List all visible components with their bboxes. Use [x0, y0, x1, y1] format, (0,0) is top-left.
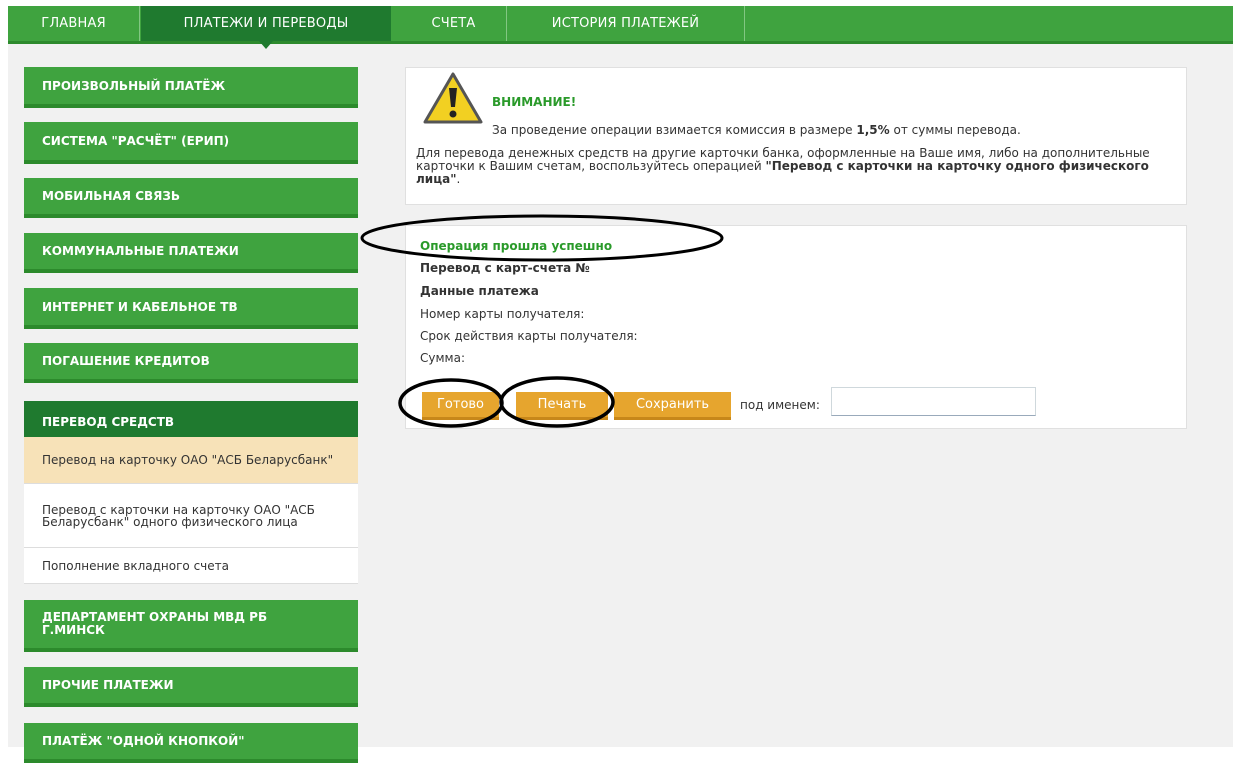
sidebar-item-internet-tv[interactable]: ИНТЕРНЕТ И КАБЕЛЬНОЕ ТВ: [24, 288, 358, 329]
payment-details-heading: Данные платежа: [420, 284, 539, 298]
sidebar-item-erip[interactable]: СИСТЕМА "РАСЧЁТ" (ЕРИП): [24, 122, 358, 164]
top-navigation: ГЛАВНАЯ ПЛАТЕЖИ И ПЕРЕВОДЫ СЧЕТА ИСТОРИЯ…: [8, 6, 1233, 49]
tab-accounts[interactable]: СЧЕТА: [401, 6, 507, 41]
sidebar-item-one-click-payment[interactable]: ПЛАТЁЖ "ОДНОЙ КНОПКОЙ": [24, 723, 358, 763]
save-name-input[interactable]: [831, 387, 1036, 416]
warning-triangle-icon: [423, 72, 483, 124]
sidebar-subitem-deposit-topup[interactable]: Пополнение вкладного счета: [24, 548, 358, 584]
print-button[interactable]: Печать: [516, 392, 608, 420]
tab-main[interactable]: ГЛАВНАЯ: [8, 6, 140, 41]
warning-panel: ВНИМАНИЕ! За проведение операции взимает…: [405, 67, 1187, 205]
sidebar-item-mobile[interactable]: МОБИЛЬНАЯ СВЯЗЬ: [24, 178, 358, 218]
save-name-label: под именем:: [740, 398, 820, 412]
tab-payments-transfers[interactable]: ПЛАТЕЖИ И ПЕРЕВОДЫ: [141, 6, 391, 49]
sidebar-item-arbitrary-payment[interactable]: ПРОИЗВОЛЬНЫЙ ПЛАТЁЖ: [24, 67, 358, 108]
transfer-from-label: Перевод с карт-счета №: [420, 261, 590, 275]
warning-title: ВНИМАНИЕ!: [492, 95, 577, 109]
tab-payment-history[interactable]: ИСТОРИЯ ПЛАТЕЖЕЙ: [507, 6, 745, 41]
sidebar-subitem-transfer-to-card[interactable]: Перевод на карточку ОАО "АСБ Беларусбанк…: [24, 437, 358, 484]
sidebar-item-other-payments[interactable]: ПРОЧИЕ ПЛАТЕЖИ: [24, 667, 358, 707]
sidebar-item-loans[interactable]: ПОГАШЕНИЕ КРЕДИТОВ: [24, 343, 358, 383]
sidebar-item-security-department[interactable]: ДЕПАРТАМЕНТ ОХРАНЫ МВД РБ Г.МИНСК: [24, 600, 358, 652]
sidebar-subitem-card-to-card[interactable]: Перевод с карточки на карточку ОАО "АСБ …: [24, 484, 358, 548]
recipient-card-expiry-label: Срок действия карты получателя:: [420, 329, 638, 343]
commission-text: За проведение операции взимается комисси…: [492, 123, 1021, 137]
amount-label: Сумма:: [420, 351, 465, 365]
done-button[interactable]: Готово: [422, 392, 499, 420]
sidebar-section-transfers[interactable]: ПЕРЕВОД СРЕДСТВ: [24, 401, 358, 444]
save-button[interactable]: Сохранить: [614, 392, 731, 420]
transfer-hint-text: Для перевода денежных средств на другие …: [416, 146, 1150, 186]
sidebar-item-utilities[interactable]: КОММУНАЛЬНЫЕ ПЛАТЕЖИ: [24, 233, 358, 273]
result-panel: Операция прошла успешно Перевод с карт-с…: [405, 225, 1187, 429]
success-message: Операция прошла успешно: [420, 239, 613, 253]
recipient-card-number-label: Номер карты получателя:: [420, 307, 585, 321]
